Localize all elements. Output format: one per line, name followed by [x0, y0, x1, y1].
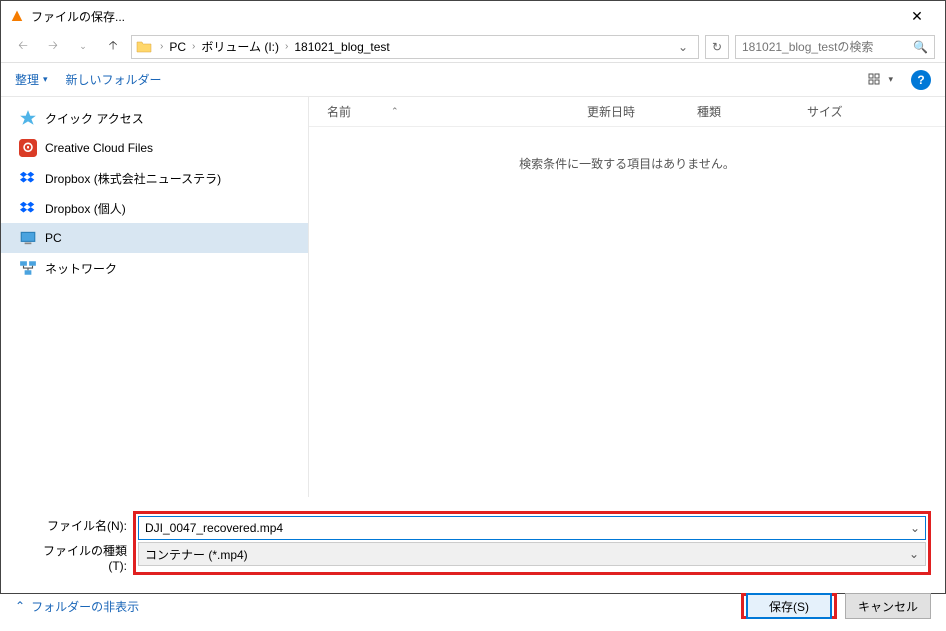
sidebar-item-quick-access[interactable]: クイック アクセス — [1, 103, 308, 133]
column-date[interactable]: 更新日時 — [587, 103, 697, 120]
filename-dropdown[interactable]: ⌄ — [910, 521, 920, 535]
chevron-up-icon: ⌃ — [15, 599, 25, 613]
footer: ⌃ フォルダーの非表示 保存(S) キャンセル — [1, 583, 945, 631]
chevron-right-icon: › — [158, 41, 165, 52]
close-button[interactable]: ✕ — [897, 8, 937, 25]
sidebar-item-creative-cloud[interactable]: ⊙ Creative Cloud Files — [1, 133, 308, 163]
folder-icon — [136, 39, 152, 55]
filename-label: ファイル名(N): — [25, 517, 133, 534]
column-headers: 名前⌃ 更新日時 種類 サイズ — [309, 97, 945, 127]
search-box[interactable]: 🔍 — [735, 35, 935, 59]
filename-panel: ファイル名(N): ファイルの種類(T): ⌄ コンテナー (*.mp4) ⌄ — [1, 497, 945, 583]
network-icon — [19, 259, 37, 277]
star-icon — [19, 109, 37, 127]
sidebar: クイック アクセス ⊙ Creative Cloud Files Dropbox… — [1, 97, 309, 497]
sidebar-item-network[interactable]: ネットワーク — [1, 253, 308, 283]
cc-icon: ⊙ — [19, 139, 37, 157]
back-button[interactable]: 🡠 — [11, 35, 35, 59]
sidebar-item-label: Dropbox (株式会社ニューステラ) — [45, 170, 221, 187]
filetype-label: ファイルの種類(T): — [25, 542, 133, 573]
sort-caret-icon: ⌃ — [391, 106, 399, 117]
sidebar-item-label: PC — [45, 231, 62, 245]
forward-button[interactable]: 🡢 — [41, 35, 65, 59]
new-folder-button[interactable]: 新しいフォルダー — [66, 71, 162, 88]
hide-folders-toggle[interactable]: ⌃ フォルダーの非表示 — [15, 598, 139, 615]
sidebar-item-pc[interactable]: PC — [1, 223, 308, 253]
sidebar-item-dropbox-corp[interactable]: Dropbox (株式会社ニューステラ) — [1, 163, 308, 193]
window-title: ファイルの保存... — [31, 8, 897, 25]
titlebar: ファイルの保存... ✕ — [1, 1, 945, 31]
chevron-right-icon: › — [190, 41, 197, 52]
column-size[interactable]: サイズ — [807, 103, 887, 120]
breadcrumb-folder[interactable]: 181021_blog_test — [290, 40, 393, 54]
sidebar-item-label: ネットワーク — [45, 260, 117, 277]
dropbox-icon — [19, 169, 37, 187]
sidebar-item-label: クイック アクセス — [45, 110, 144, 127]
recent-dropdown[interactable]: ⌄ — [71, 35, 95, 59]
chevron-down-icon: ⌄ — [909, 547, 919, 561]
address-dropdown[interactable]: ⌄ — [672, 40, 694, 54]
empty-message: 検索条件に一致する項目はありません。 — [309, 155, 945, 172]
toolbar: 整理 ▾ 新しいフォルダー ▾ ? — [1, 63, 945, 97]
up-button[interactable]: 🡡 — [101, 35, 125, 59]
svg-text:⊙: ⊙ — [22, 139, 33, 154]
filetype-combo[interactable]: コンテナー (*.mp4) ⌄ — [138, 542, 926, 566]
organize-menu[interactable]: 整理 ▾ — [15, 71, 48, 88]
app-icon — [9, 8, 25, 24]
highlight-annotation: 保存(S) — [741, 593, 837, 619]
breadcrumb-pc[interactable]: PC — [165, 40, 190, 54]
sidebar-item-label: Dropbox (個人) — [45, 200, 126, 217]
navigation-bar: 🡠 🡢 ⌄ 🡡 › PC › ボリューム (I:) › 181021_blog_… — [1, 31, 945, 63]
search-input[interactable] — [742, 40, 913, 54]
column-type[interactable]: 種類 — [697, 103, 807, 120]
filename-input[interactable] — [138, 516, 926, 540]
refresh-button[interactable]: ↻ — [705, 35, 729, 59]
sidebar-item-label: Creative Cloud Files — [45, 141, 153, 155]
chevron-right-icon: › — [283, 41, 290, 52]
column-name[interactable]: 名前⌃ — [327, 103, 587, 120]
search-icon: 🔍 — [913, 40, 928, 54]
cancel-button[interactable]: キャンセル — [845, 593, 931, 619]
sidebar-item-dropbox-personal[interactable]: Dropbox (個人) — [1, 193, 308, 223]
save-button[interactable]: 保存(S) — [746, 593, 832, 619]
view-options[interactable]: ▾ — [868, 73, 893, 87]
file-list-panel: 名前⌃ 更新日時 種類 サイズ 検索条件に一致する項目はありません。 — [309, 97, 945, 497]
help-button[interactable]: ? — [911, 70, 931, 90]
filetype-value: コンテナー (*.mp4) — [145, 546, 248, 563]
address-bar[interactable]: › PC › ボリューム (I:) › 181021_blog_test ⌄ — [131, 35, 699, 59]
pc-icon — [19, 229, 37, 247]
breadcrumb-volume[interactable]: ボリューム (I:) — [197, 38, 283, 55]
dropbox-icon — [19, 199, 37, 217]
highlight-annotation: ⌄ コンテナー (*.mp4) ⌄ — [133, 511, 931, 575]
